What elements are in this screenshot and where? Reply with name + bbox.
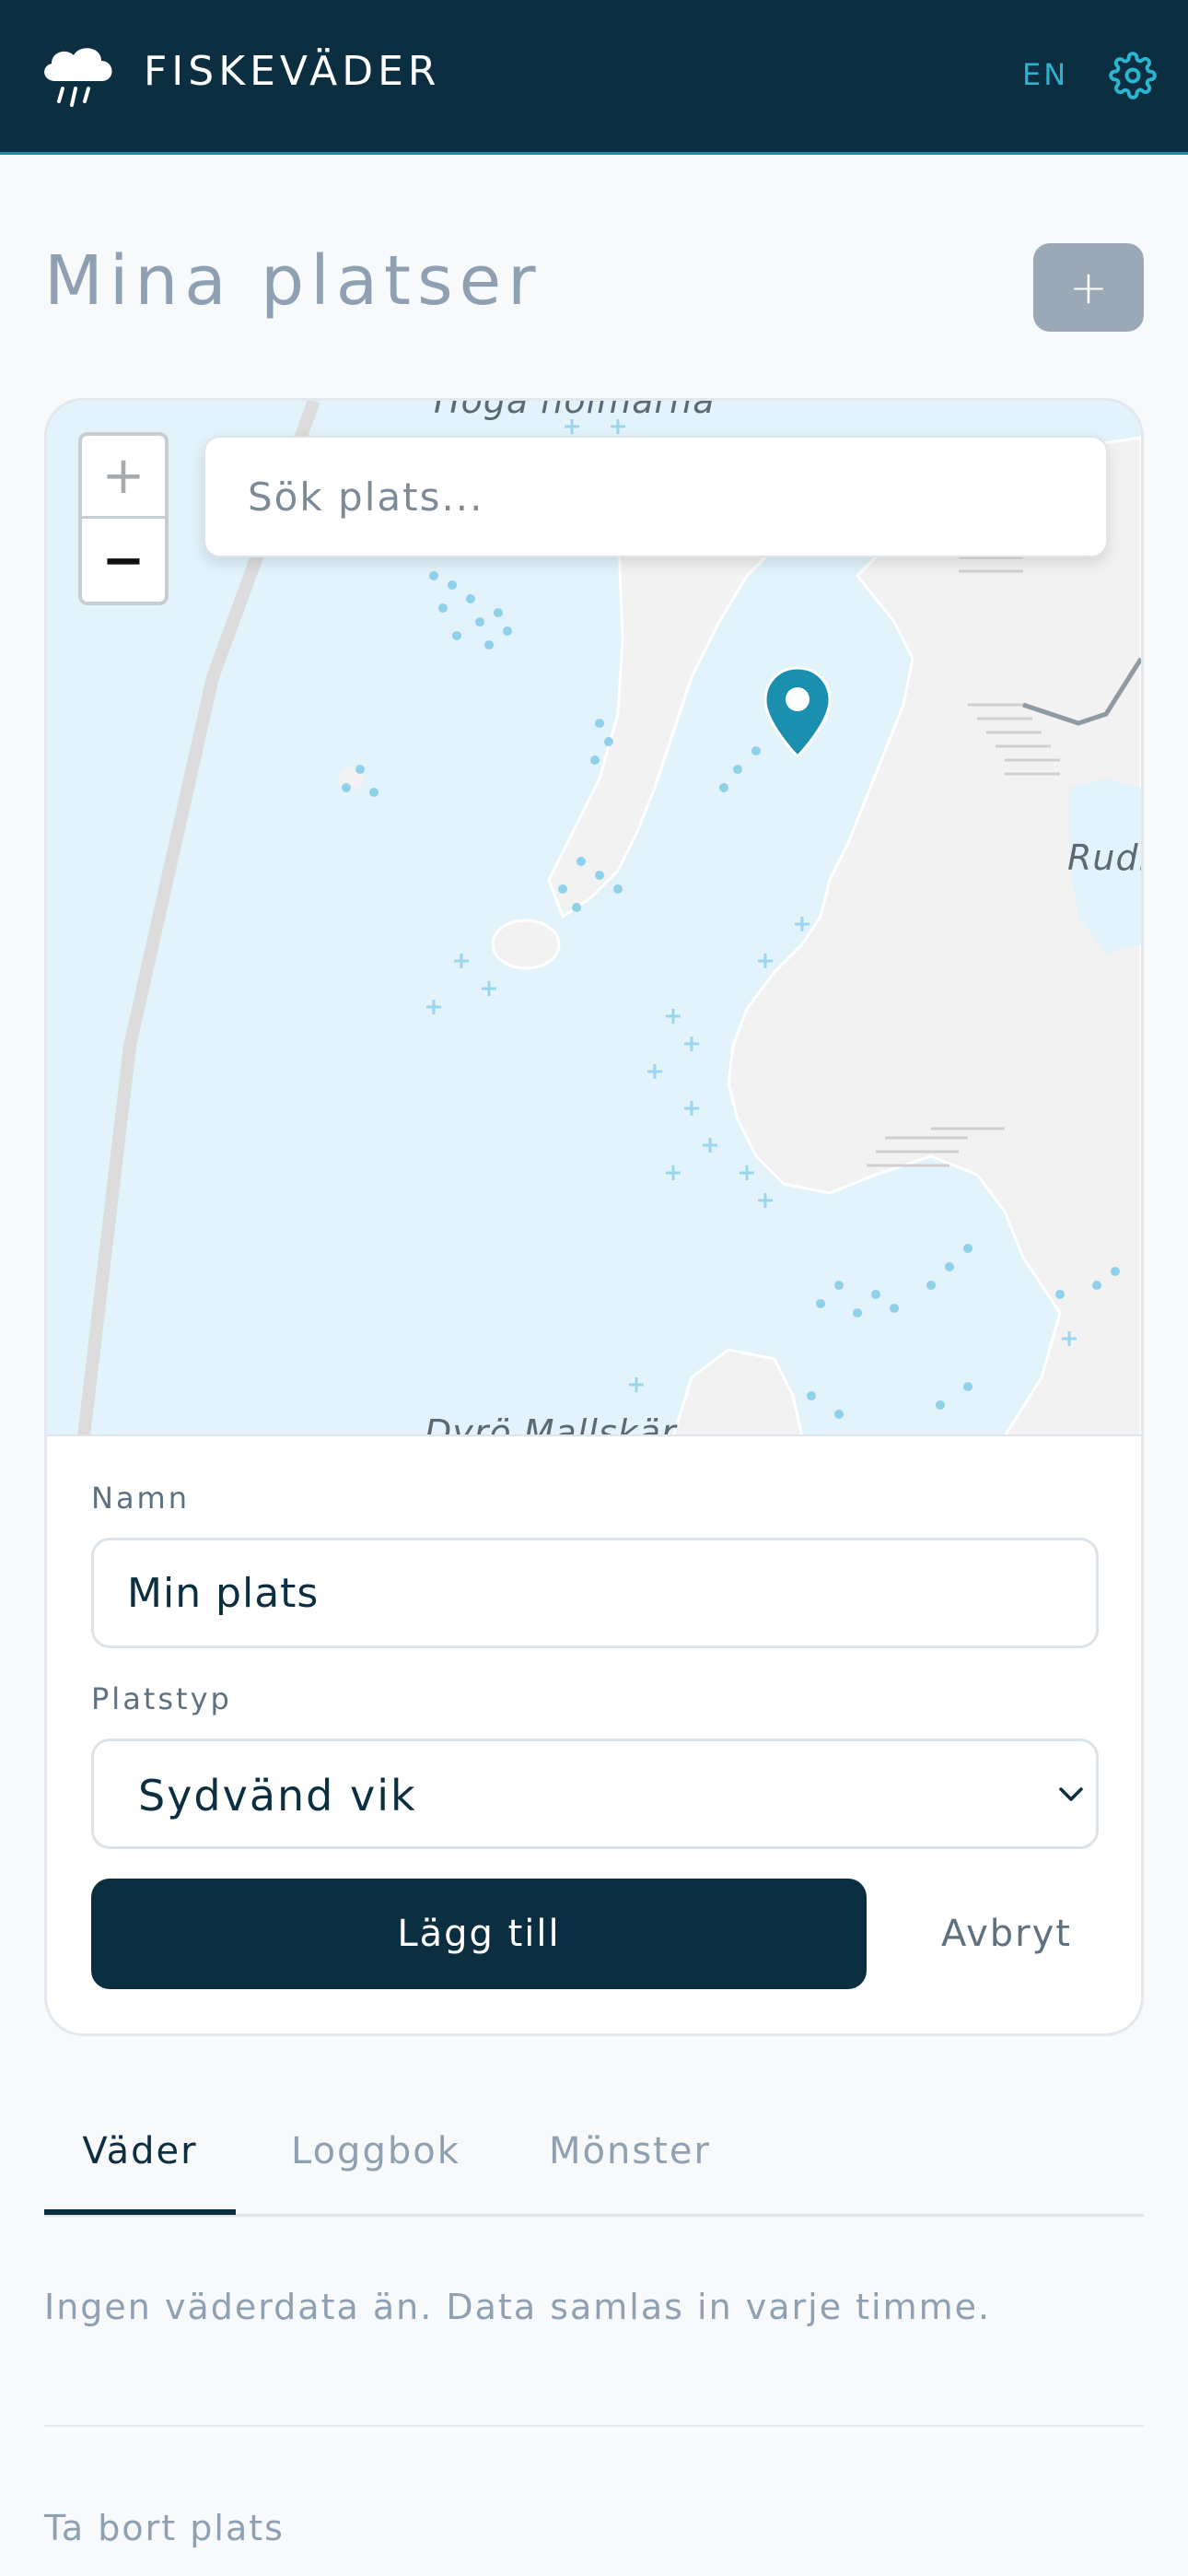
new-location-card: Höga holmarna Rudb Dyrö Mallskär + − Nam…	[44, 398, 1144, 2036]
chevron-down-icon	[1059, 1787, 1083, 1801]
location-type-value: Sydvänd vik	[138, 1771, 417, 1821]
map-label-hoga-holmarna: Höga holmarna	[434, 401, 716, 421]
map-search-input[interactable]	[204, 436, 1108, 557]
tab-logbook[interactable]: Loggbok	[291, 2130, 460, 2172]
location-tabs: Väder Loggbok Mönster	[44, 2110, 1144, 2217]
page-title: Mina platser	[44, 241, 542, 321]
map-label-dyro-mallskar: Dyrö Mallskär	[425, 1412, 677, 1436]
map-label-rudb: Rudb	[1067, 837, 1141, 878]
tab-patterns[interactable]: Mönster	[549, 2130, 711, 2172]
weather-empty-message: Ingen väderdata än. Data samlas in varje…	[44, 2287, 992, 2327]
delete-location-button[interactable]: Ta bort plats	[44, 2508, 285, 2548]
zoom-out-button[interactable]: −	[82, 519, 165, 602]
plus-icon: +	[1069, 261, 1108, 314]
add-button[interactable]: Lägg till	[91, 1879, 867, 1989]
name-label: Namn	[91, 1481, 190, 1516]
add-location-button[interactable]: +	[1033, 243, 1144, 332]
active-tab-indicator	[44, 2209, 236, 2215]
section-divider	[44, 2425, 1144, 2427]
name-field[interactable]	[91, 1538, 1099, 1648]
zoom-in-button[interactable]: +	[82, 436, 165, 519]
map-pin-icon[interactable]	[763, 666, 832, 758]
app-header: FISKEVÄDER EN	[0, 0, 1188, 155]
location-type-select[interactable]: Sydvänd vik	[91, 1739, 1099, 1849]
cancel-button[interactable]: Avbryt	[903, 1879, 1110, 1989]
app-title: FISKEVÄDER	[144, 48, 441, 95]
language-toggle[interactable]: EN	[1022, 57, 1068, 92]
map-view[interactable]: Höga holmarna Rudb Dyrö Mallskär + −	[47, 401, 1141, 1436]
cloud-rain-icon	[44, 48, 112, 107]
location-type-label: Platstyp	[91, 1681, 232, 1716]
gear-icon[interactable]	[1109, 52, 1157, 100]
zoom-control: + −	[78, 432, 169, 605]
tab-weather[interactable]: Väder	[44, 2130, 236, 2172]
